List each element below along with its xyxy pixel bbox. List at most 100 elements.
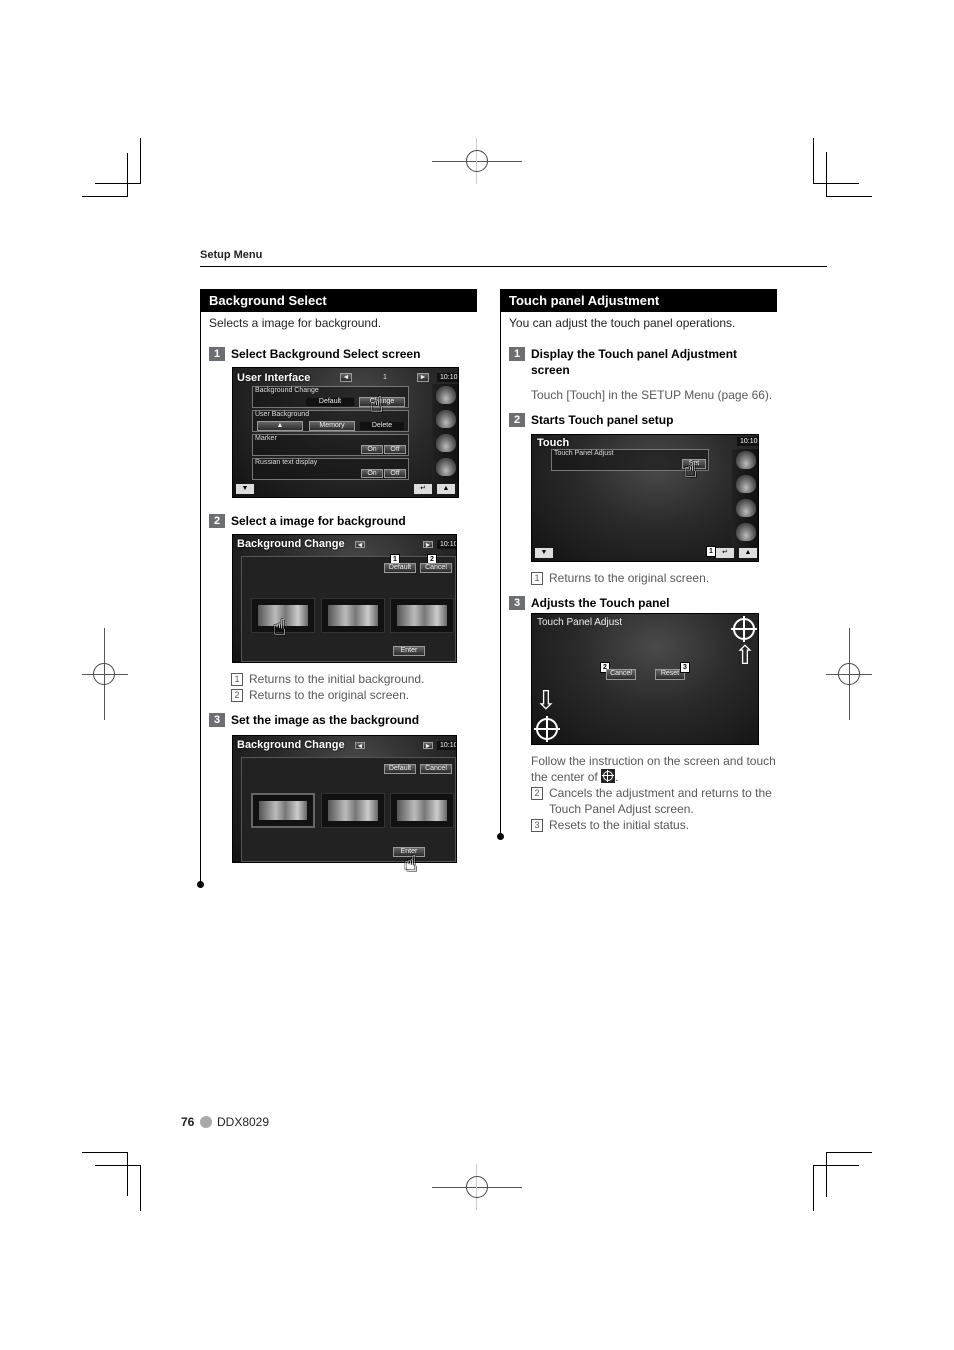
scroll-up-button[interactable]: ▲ [437, 484, 455, 494]
step-label: Starts Touch panel setup [531, 413, 674, 427]
clock: 10:10 [437, 373, 458, 382]
screen-title: User Interface [237, 372, 311, 384]
memory-button[interactable]: Memory [309, 421, 355, 431]
background-change-row: Background Change Default Change [252, 386, 409, 408]
prev-button[interactable]: ◄ [355, 541, 365, 549]
touch-panel-heading: Touch panel Adjustment [500, 289, 777, 312]
marker-on-button[interactable]: On [361, 445, 383, 454]
step-number: 3 [209, 713, 225, 727]
scroll-up-button[interactable]: ▲ [739, 548, 757, 558]
audio-icon[interactable] [436, 434, 456, 452]
next-button[interactable]: ► [423, 742, 433, 750]
display-icon[interactable] [736, 451, 756, 469]
default-button[interactable]: Default [384, 764, 416, 774]
delete-button[interactable]: Delete [359, 421, 405, 431]
step-3-body: Follow the instruction on the screen and… [531, 754, 776, 784]
crop-mark [813, 183, 859, 184]
system-icon[interactable] [436, 458, 456, 476]
step-label: Select Background Select screen [231, 347, 421, 361]
russian-on-button[interactable]: On [361, 469, 383, 478]
system-icon[interactable] [736, 523, 756, 541]
step-label: Adjusts the Touch panel [531, 596, 670, 610]
arrow-down-icon: ⇩ [535, 685, 557, 715]
clock: 10:10 [437, 741, 456, 750]
note-number: 1 [231, 673, 243, 686]
step-label: Display the Touch panel Adjustment scree… [531, 347, 738, 377]
crop-mark [127, 153, 128, 197]
crop-mark [813, 138, 814, 184]
column-rule [500, 289, 501, 837]
touch-screen: Touch 10:10 Touch Panel Adjust Set 1 ▼ ↵… [531, 434, 759, 562]
pointing-hand-icon: ☝ [404, 851, 418, 876]
user-background-row: User Background ▲ Memory Delete [252, 410, 409, 432]
marker-off-button[interactable]: Off [384, 445, 406, 454]
crosshair-target-icon [601, 769, 616, 783]
pointing-hand-icon: ☝ [370, 392, 384, 417]
background-thumbnail-3[interactable] [390, 598, 454, 633]
russian-off-button[interactable]: Off [384, 469, 406, 478]
model-name: DDX8029 [217, 1115, 270, 1129]
crop-mark [826, 152, 827, 197]
background-change-screen: Background Change ◄ ► 10:10 1 2 Default … [232, 534, 457, 663]
background-thumbnail-2[interactable] [321, 793, 385, 828]
note-2: 2 Returns to the original screen. [231, 687, 409, 703]
calibration-target-bottom-left[interactable] [534, 716, 560, 742]
step-3: 3 Set the image as the background [209, 712, 419, 728]
background-thumbnail-1-selected[interactable] [251, 793, 315, 828]
default-button[interactable]: Default [384, 563, 416, 573]
crop-mark [813, 1165, 814, 1211]
cancel-button[interactable]: Cancel [420, 563, 452, 573]
step-3-note-3: 3 Resets to the initial status. [531, 817, 689, 833]
note-number: 2 [231, 689, 243, 702]
audio-icon[interactable] [736, 499, 756, 517]
calibration-target-top-right[interactable] [731, 616, 757, 642]
eject-button[interactable]: ▲ [257, 421, 303, 431]
note-number: 3 [531, 819, 543, 832]
next-button[interactable]: ► [423, 541, 433, 549]
step-label: Select a image for background [231, 514, 406, 528]
back-button[interactable]: ↵ [414, 484, 432, 494]
step-3-body-text: Follow the instruction on the screen and… [531, 754, 776, 784]
background-thumbnail-2[interactable] [321, 598, 385, 633]
cancel-button[interactable]: Cancel [420, 764, 452, 774]
cancel-button[interactable]: Cancel [606, 669, 636, 680]
row-label: Background Change [255, 387, 319, 394]
interface-icon[interactable] [736, 475, 756, 493]
callout-3: 3 [680, 662, 690, 673]
back-button[interactable]: ↵ [716, 548, 734, 558]
background-select-heading: Background Select [200, 289, 477, 312]
background-select-intro: Selects a image for background. [209, 316, 382, 330]
column-end-dot [197, 881, 204, 888]
column-end-dot [497, 833, 504, 840]
note-text: Cancels the adjustment and returns to th… [549, 786, 772, 816]
crop-mark [82, 196, 128, 197]
row-label: Marker [255, 435, 277, 442]
display-icon[interactable] [436, 386, 456, 404]
screen-title: Touch Panel Adjust [537, 617, 623, 628]
row-label: User Background [255, 411, 310, 418]
step-2-note: 1 Returns to the original screen. [531, 570, 709, 586]
header-rule [200, 266, 827, 267]
scroll-down-button[interactable]: ▼ [236, 484, 254, 494]
next-page-button[interactable]: ► [417, 373, 429, 382]
prev-page-button[interactable]: ◄ [340, 373, 352, 382]
crop-mark [813, 1165, 859, 1166]
prev-button[interactable]: ◄ [355, 742, 365, 750]
enter-button[interactable]: Enter [393, 646, 425, 656]
clock: 10:10 [437, 540, 456, 549]
crop-mark [826, 1152, 827, 1197]
note-text: Returns to the original screen. [249, 688, 410, 702]
section-header: Setup Menu [200, 249, 263, 261]
touch-panel-intro: You can adjust the touch panel operation… [509, 316, 736, 330]
interface-icon[interactable] [436, 410, 456, 428]
background-thumbnail-3[interactable] [390, 793, 454, 828]
step-number: 1 [209, 347, 225, 361]
step-number: 1 [509, 347, 525, 361]
footer-bullet-icon [200, 1116, 212, 1128]
scroll-down-button[interactable]: ▼ [535, 548, 553, 558]
crop-mark [826, 1152, 872, 1153]
default-button[interactable]: Default [305, 397, 355, 407]
note-1: 1 Returns to the initial background. [231, 671, 424, 687]
crop-mark [95, 1165, 141, 1166]
column-rule [200, 289, 201, 884]
